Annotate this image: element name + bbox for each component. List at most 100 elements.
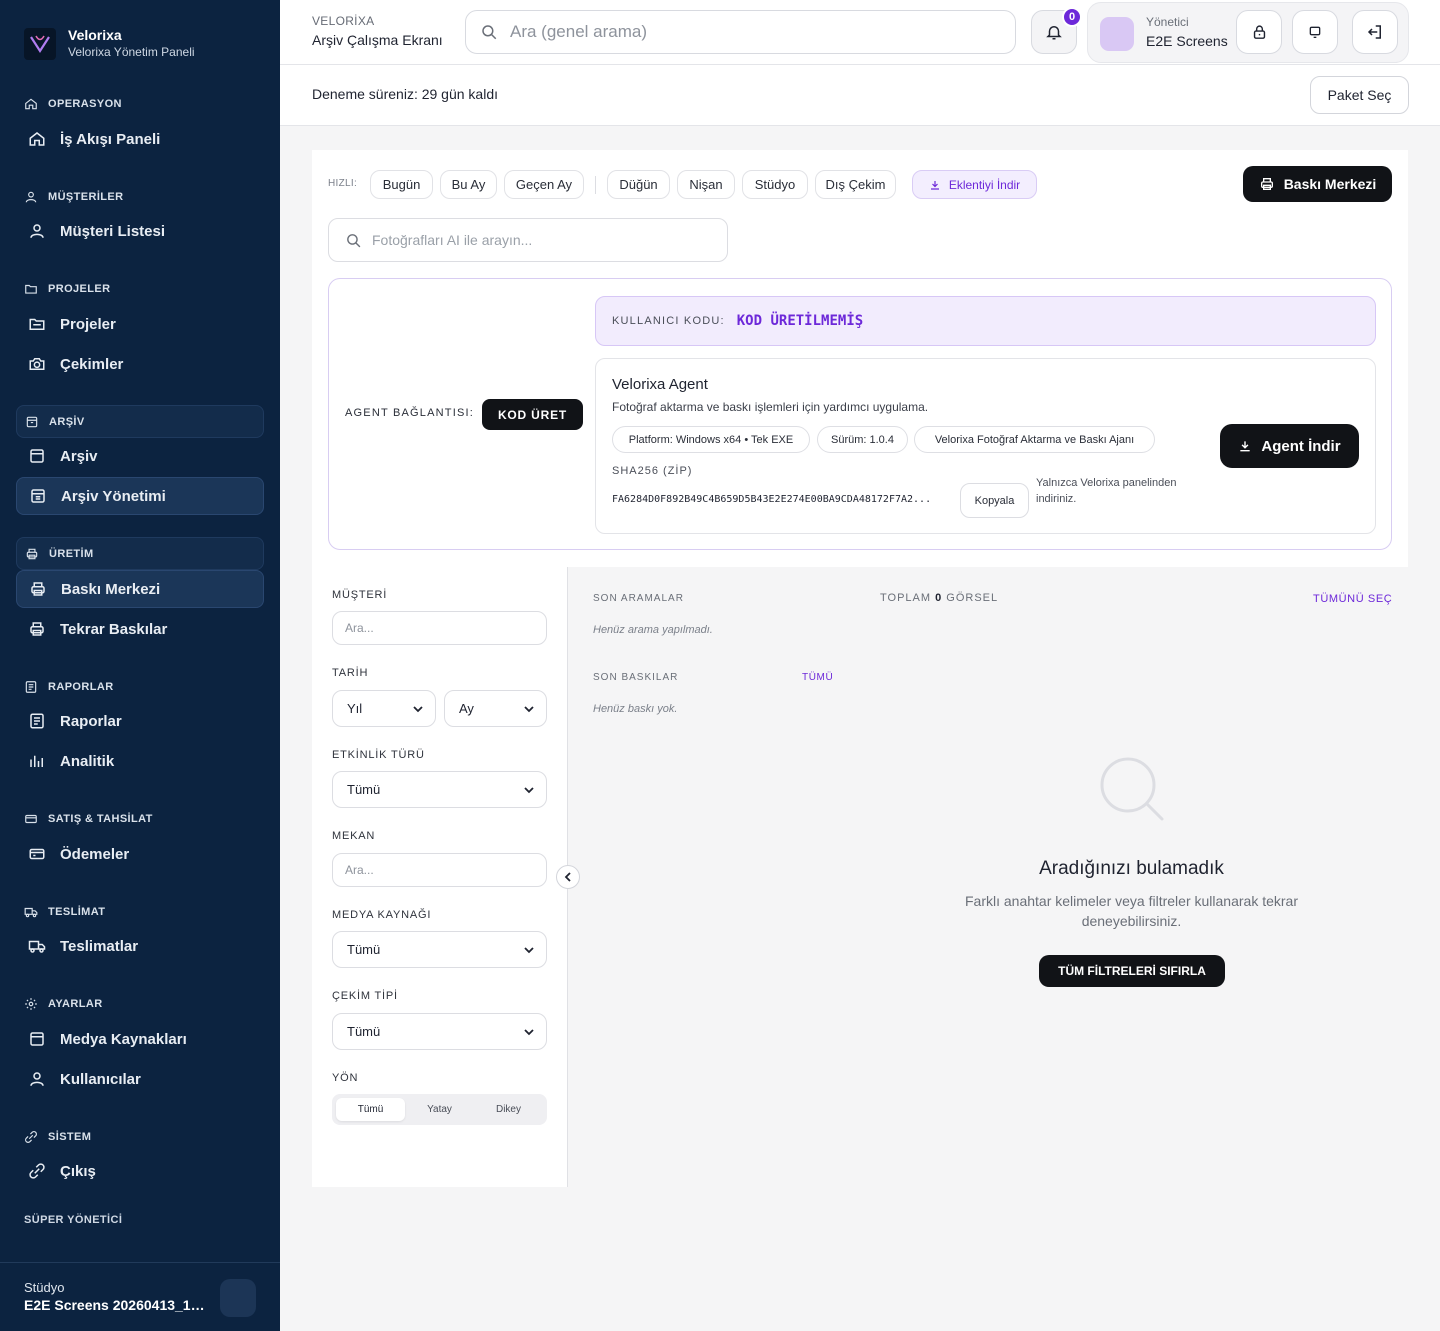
agent-download-button[interactable]: Agent İndir — [1220, 424, 1359, 468]
chip-studyo[interactable]: Stüdyo — [742, 170, 808, 199]
archive-icon — [30, 449, 44, 463]
select-package-button[interactable]: Paket Seç — [1310, 76, 1409, 114]
year-select[interactable]: Yıl — [332, 690, 436, 727]
recent-searches-title: SON ARAMALAR — [593, 593, 684, 604]
user-icon — [30, 224, 44, 238]
sidebar-item-tekrar-baskilar[interactable]: Tekrar Baskılar — [16, 610, 264, 648]
brand-subtitle: Velorixa Yönetim Paneli — [68, 45, 195, 59]
chip-gecen-ay[interactable]: Geçen Ay — [504, 170, 584, 199]
brand-logo-icon — [24, 27, 56, 60]
global-search-input[interactable] — [510, 22, 970, 42]
magnifier-empty-icon — [1100, 757, 1164, 821]
shoot-type-select[interactable]: Tümü — [332, 1013, 547, 1050]
link-icon — [29, 1163, 45, 1179]
generate-code-button[interactable]: KOD ÜRET — [482, 399, 583, 430]
lock-button[interactable] — [1236, 10, 1282, 54]
ai-search-input[interactable] — [372, 232, 712, 248]
sidebar-item-projeler[interactable]: Projeler — [16, 305, 264, 343]
chip-dis-cekim[interactable]: Dış Çekim — [815, 170, 896, 199]
filter-shoot-type-label: ÇEKİM TİPİ — [332, 990, 398, 1002]
platform-pill: Platform: Windows x64 • Tek EXE — [612, 426, 810, 453]
sidebar-item-cikis[interactable]: Çıkış — [16, 1152, 264, 1190]
section-teslimat: TESLİMAT — [24, 902, 105, 922]
lock-icon — [1253, 24, 1265, 39]
sidebar-item-musteri-listesi[interactable]: Müşteri Listesi — [16, 212, 264, 250]
link-icon — [25, 1131, 37, 1143]
sidebar-item-teslimatlar[interactable]: Teslimatlar — [16, 927, 264, 965]
select-all-link[interactable]: TÜMÜNÜ SEÇ — [1313, 593, 1392, 605]
sidebar-item-cekimler[interactable]: Çekimler — [16, 345, 264, 383]
truck-icon — [28, 940, 46, 953]
global-search — [465, 10, 1016, 54]
month-select[interactable]: Ay — [444, 690, 547, 727]
reset-filters-button[interactable]: TÜM FİLTRELERİ SIFIRLA — [1039, 955, 1225, 987]
filter-orientation-label: YÖN — [332, 1072, 359, 1084]
event-type-select[interactable]: Tümü — [332, 771, 547, 808]
sidebar-item-analitik[interactable]: Analitik — [16, 742, 264, 780]
chevron-down-icon — [524, 1029, 534, 1036]
orientation-all[interactable]: Tümü — [336, 1098, 405, 1121]
section-musteriler: MÜŞTERİLER — [24, 187, 124, 207]
filter-venue-label: MEKAN — [332, 830, 376, 842]
home-icon — [25, 98, 37, 110]
print-center-button[interactable]: Baskı Merkezi — [1243, 166, 1392, 202]
home-icon — [29, 132, 45, 146]
trial-text: Deneme süreniz: 29 gün kaldı — [312, 86, 498, 102]
download-extension-button[interactable]: Eklentiyi İndir — [912, 170, 1037, 199]
orientation-portrait[interactable]: Dikey — [474, 1098, 543, 1121]
sidebar: Velorixa Velorixa Yönetim Paneli OPERASY… — [0, 0, 280, 1331]
recent-prints-all-link[interactable]: TÜMÜ — [802, 672, 833, 683]
chip-dugun[interactable]: Düğün — [607, 170, 670, 199]
studio-label: Stüdyo — [24, 1280, 65, 1295]
logout-button[interactable] — [1352, 10, 1398, 54]
recent-prints-empty: Henüz baskı yok. — [593, 703, 678, 715]
agent-title: Velorixa Agent — [612, 376, 708, 393]
chip-bugun[interactable]: Bugün — [370, 170, 433, 199]
sidebar-item-arsiv[interactable]: Arşiv — [16, 437, 264, 475]
sidebar-item-kullanicilar[interactable]: Kullanıcılar — [16, 1060, 264, 1098]
sidebar-item-odemeler[interactable]: Ödemeler — [16, 835, 264, 873]
user-name: E2E Screens — [1146, 33, 1228, 49]
section-raporlar: RAPORLAR — [24, 677, 114, 697]
archive-box-icon — [31, 489, 45, 503]
section-uretim: ÜRETİM — [16, 537, 264, 570]
sidebar-footer: Stüdyo E2E Screens 20260413_15... — [0, 1262, 280, 1331]
orientation-landscape[interactable]: Yatay — [405, 1098, 474, 1121]
customer-search-input[interactable] — [332, 611, 547, 645]
sidebar-item-arsiv-yonetimi[interactable]: Arşiv Yönetimi — [16, 477, 264, 515]
folder-icon — [25, 284, 37, 294]
screen-button[interactable] — [1292, 10, 1338, 54]
chip-nisan[interactable]: Nişan — [677, 170, 735, 199]
super-admin-label: SÜPER YÖNETİCİ — [24, 1214, 123, 1226]
brand-name: Velorixa — [68, 27, 122, 43]
venue-search-input[interactable] — [332, 853, 547, 887]
recent-prints-title: SON BASKILAR — [593, 672, 679, 683]
archive-icon — [30, 1032, 44, 1046]
sidebar-item-raporlar[interactable]: Raporlar — [16, 702, 264, 740]
collapse-filters-button[interactable] — [556, 865, 580, 889]
sidebar-item-is-akisi-paneli[interactable]: İş Akışı Paneli — [16, 120, 264, 158]
chip-bu-ay[interactable]: Bu Ay — [440, 170, 497, 199]
user-code-label: KULLANICI KODU: — [612, 315, 725, 327]
section-ayarlar: AYARLAR — [24, 994, 103, 1014]
download-note: Yalnızca Velorixa panelinden indiriniz. — [1036, 477, 1177, 505]
avatar[interactable] — [1100, 17, 1134, 51]
user-icon — [30, 1072, 44, 1086]
notifications-button[interactable]: 0 — [1031, 7, 1082, 54]
user-code-box: KULLANICI KODU: KOD ÜRETİLMEMİŞ — [595, 296, 1376, 346]
studio-menu-button[interactable] — [220, 1279, 256, 1317]
camera-icon — [29, 358, 45, 370]
credit-card-icon — [29, 848, 45, 860]
sidebar-item-medya-kaynaklari[interactable]: Medya Kaynakları — [16, 1020, 264, 1058]
brand[interactable]: Velorixa Velorixa Yönetim Paneli — [24, 27, 195, 60]
media-source-select[interactable]: Tümü — [332, 931, 547, 968]
chevron-down-icon — [524, 787, 534, 794]
empty-state-title: Aradığınızı bulamadık — [1039, 858, 1224, 879]
credit-card-icon — [25, 814, 37, 824]
section-operasyon: OPERASYON — [24, 94, 122, 114]
sidebar-item-baski-merkezi[interactable]: Baskı Merkezi — [16, 570, 264, 608]
agent-card: AGENT BAĞLANTISI: KOD ÜRET KULLANICI KOD… — [328, 278, 1392, 550]
copy-sha-button[interactable]: Kopyala — [960, 483, 1029, 518]
archive-panel: HIZLI: Bugün Bu Ay Geçen Ay Düğün Nişan … — [312, 150, 1408, 567]
chip-separator — [595, 176, 596, 194]
